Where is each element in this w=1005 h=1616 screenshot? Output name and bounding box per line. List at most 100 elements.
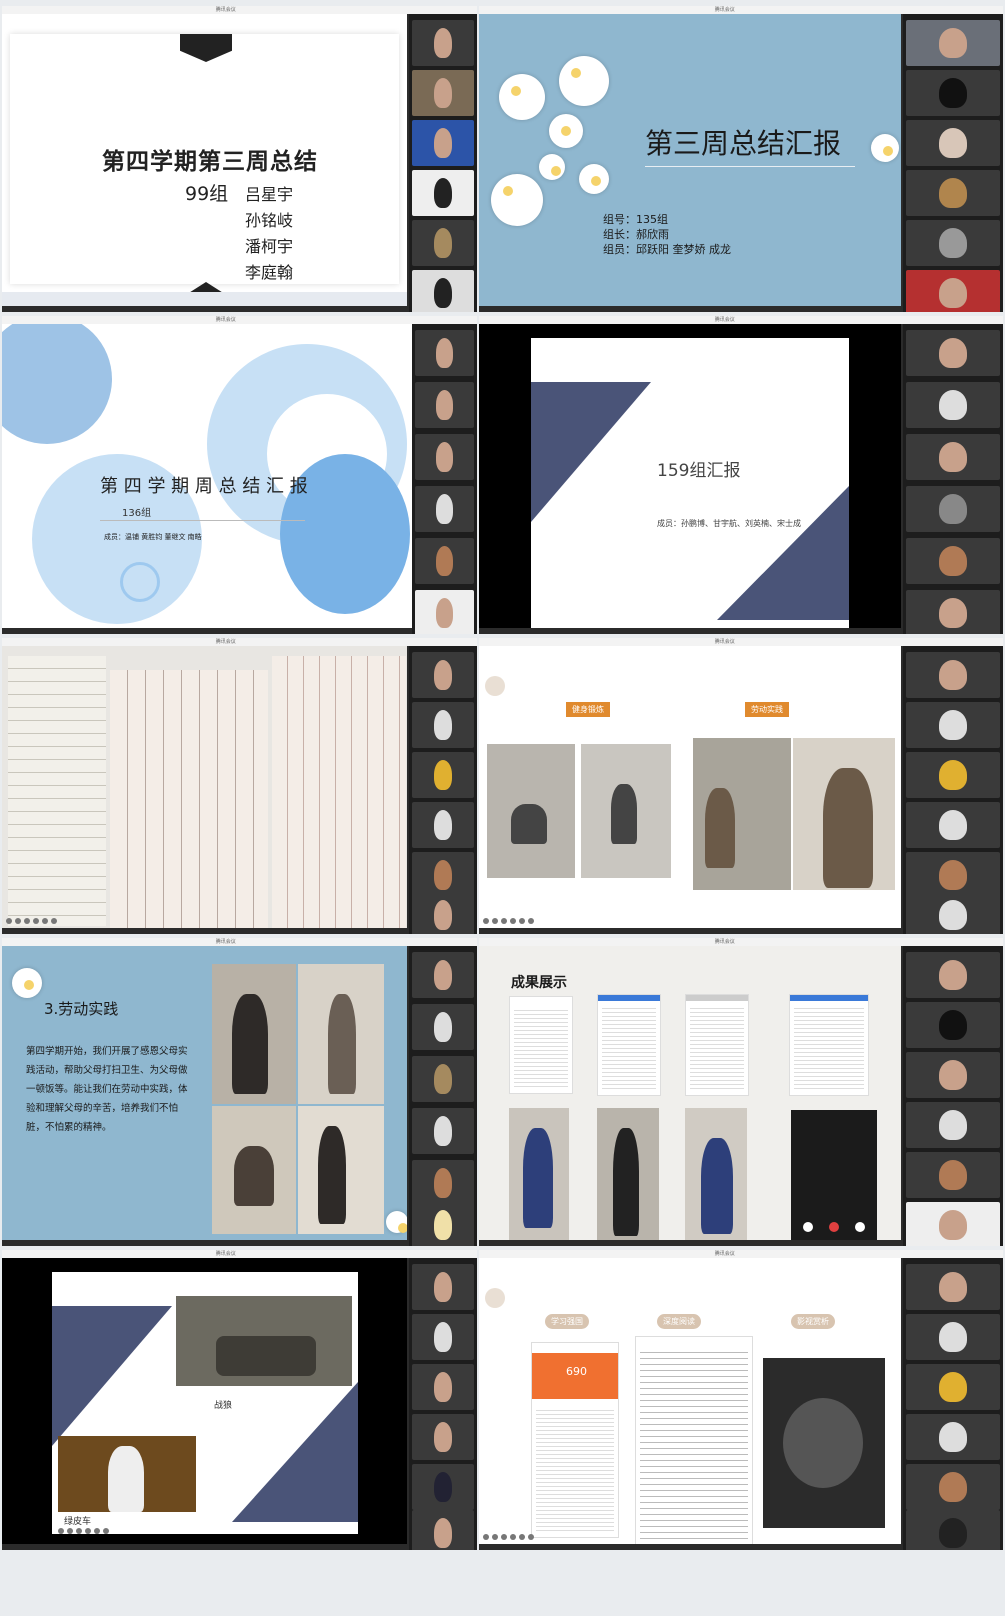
flower-decoration (386, 1211, 407, 1233)
participant-thumb[interactable] (412, 1364, 474, 1410)
member-name: 潘柯宇 (245, 237, 294, 256)
participant-thumb[interactable] (906, 702, 1000, 748)
participant-thumb[interactable] (415, 434, 474, 480)
participant-thumb[interactable] (906, 802, 1000, 848)
share-toolbar[interactable] (58, 1528, 109, 1534)
share-toolbar[interactable] (6, 918, 57, 924)
participant-thumb[interactable] (412, 1160, 474, 1206)
participant-thumb[interactable] (906, 270, 1000, 312)
participant-sidebar (412, 324, 477, 634)
participant-thumb[interactable] (412, 1202, 474, 1246)
participant-thumb[interactable] (906, 120, 1000, 166)
participant-thumb[interactable] (412, 1056, 474, 1102)
document-screenshot (509, 996, 573, 1094)
movie-still (58, 1436, 196, 1512)
flower-decoration (579, 164, 609, 194)
movie-caption: 绿皮车 (64, 1517, 92, 1527)
participant-thumb[interactable] (412, 752, 474, 798)
flower-decoration (499, 74, 545, 120)
participant-thumb[interactable] (906, 70, 1000, 116)
participant-thumb[interactable] (412, 652, 474, 698)
participant-thumb[interactable] (412, 1464, 474, 1510)
section-heading: 成果展示 (511, 975, 567, 991)
participant-thumb[interactable] (906, 538, 1000, 584)
tab-study: 学习强国 (545, 1314, 589, 1329)
participant-thumb[interactable] (412, 1108, 474, 1154)
participant-thumb[interactable] (906, 1152, 1000, 1198)
group-members: 成员：孙鹏博、甘宇航、刘英楠、宋士成 (657, 519, 801, 528)
participant-thumb[interactable] (412, 270, 474, 312)
share-toolbar[interactable] (483, 918, 534, 924)
movie-caption: 战狼 (214, 1401, 233, 1411)
participant-thumb[interactable] (415, 590, 474, 634)
participant-thumb[interactable] (906, 952, 1000, 998)
tag-labor: 劳动实践 (745, 702, 789, 717)
participant-thumb[interactable] (906, 1202, 1000, 1246)
participant-thumb[interactable] (412, 1264, 474, 1310)
group-number: 136组 (122, 508, 152, 519)
exercise-photo (487, 744, 575, 878)
tag-fitness: 健身锻炼 (566, 702, 610, 717)
participant-thumb[interactable] (415, 382, 474, 428)
window-title-bar: 腾讯会议 (479, 6, 1003, 14)
participant-thumb[interactable] (415, 330, 474, 376)
group-number: 99组 (185, 183, 229, 205)
participant-thumb[interactable] (412, 702, 474, 748)
flower-decoration (871, 134, 899, 162)
participant-thumb[interactable] (415, 486, 474, 532)
participant-thumb[interactable] (412, 170, 474, 216)
movie-still (176, 1296, 352, 1386)
participant-thumb[interactable] (412, 220, 474, 266)
participant-thumb[interactable] (412, 20, 474, 66)
share-toolbar[interactable] (483, 1534, 534, 1540)
participant-thumb[interactable] (412, 1510, 474, 1550)
window-title-bar: 腾讯会议 (479, 938, 1003, 946)
participant-thumb[interactable] (906, 1002, 1000, 1048)
participant-thumb[interactable] (906, 590, 1000, 634)
window-title-bar: 腾讯会议 (2, 638, 477, 646)
participant-thumb[interactable] (906, 1264, 1000, 1310)
participant-thumb[interactable] (412, 1414, 474, 1460)
participant-thumb[interactable] (906, 1414, 1000, 1460)
participant-thumb[interactable] (906, 434, 1000, 480)
participant-thumb[interactable] (412, 1004, 474, 1050)
participant-sidebar (903, 1258, 1003, 1550)
participant-thumb[interactable] (906, 170, 1000, 216)
document-screenshot (635, 1336, 753, 1544)
participant-thumb[interactable] (906, 1052, 1000, 1098)
shared-slide: 第 四 学 期 周 总 结 汇 报 136组 成员：温铺 黄胜钧 董继文 南皓 (2, 324, 412, 628)
document-screenshot (597, 994, 661, 1096)
slide-title: 第四学期第三周总结 (102, 149, 318, 175)
participant-sidebar (409, 14, 477, 312)
labor-photo (298, 1106, 384, 1234)
decor-triangle (717, 486, 849, 620)
participant-thumb[interactable] (906, 382, 1000, 428)
participant-thumb[interactable] (412, 1314, 474, 1360)
participant-thumb[interactable] (906, 20, 1000, 66)
participant-thumb[interactable] (906, 1102, 1000, 1148)
participant-thumb[interactable] (412, 70, 474, 116)
participant-thumb[interactable] (906, 1364, 1000, 1410)
participant-thumb[interactable] (906, 652, 1000, 698)
participant-thumb[interactable] (906, 486, 1000, 532)
participant-thumb[interactable] (906, 220, 1000, 266)
flower-decoration (559, 56, 609, 106)
group-members: 成员：温铺 黄胜钧 董继文 南皓 (104, 533, 202, 541)
video-call-screenshot (791, 1110, 877, 1240)
participant-thumb[interactable] (412, 802, 474, 848)
participant-thumb[interactable] (412, 952, 474, 998)
participant-sidebar (903, 646, 1003, 934)
window-title: 腾讯会议 (215, 7, 236, 13)
participant-thumb[interactable] (415, 538, 474, 584)
shared-slide: 第四学期第三周总结 99组 吕星宇 孙铭岐 潘柯宇 李庭翰 (2, 14, 407, 306)
participant-thumb[interactable] (412, 120, 474, 166)
labor-photo (212, 1106, 296, 1234)
participant-thumb[interactable] (906, 1314, 1000, 1360)
participant-thumb[interactable] (906, 330, 1000, 376)
participant-thumb[interactable] (906, 1510, 1000, 1550)
windows-taskbar (2, 292, 407, 306)
participant-thumb[interactable] (906, 892, 1000, 934)
participant-thumb[interactable] (412, 892, 474, 934)
participant-thumb[interactable] (906, 1464, 1000, 1510)
participant-thumb[interactable] (906, 752, 1000, 798)
